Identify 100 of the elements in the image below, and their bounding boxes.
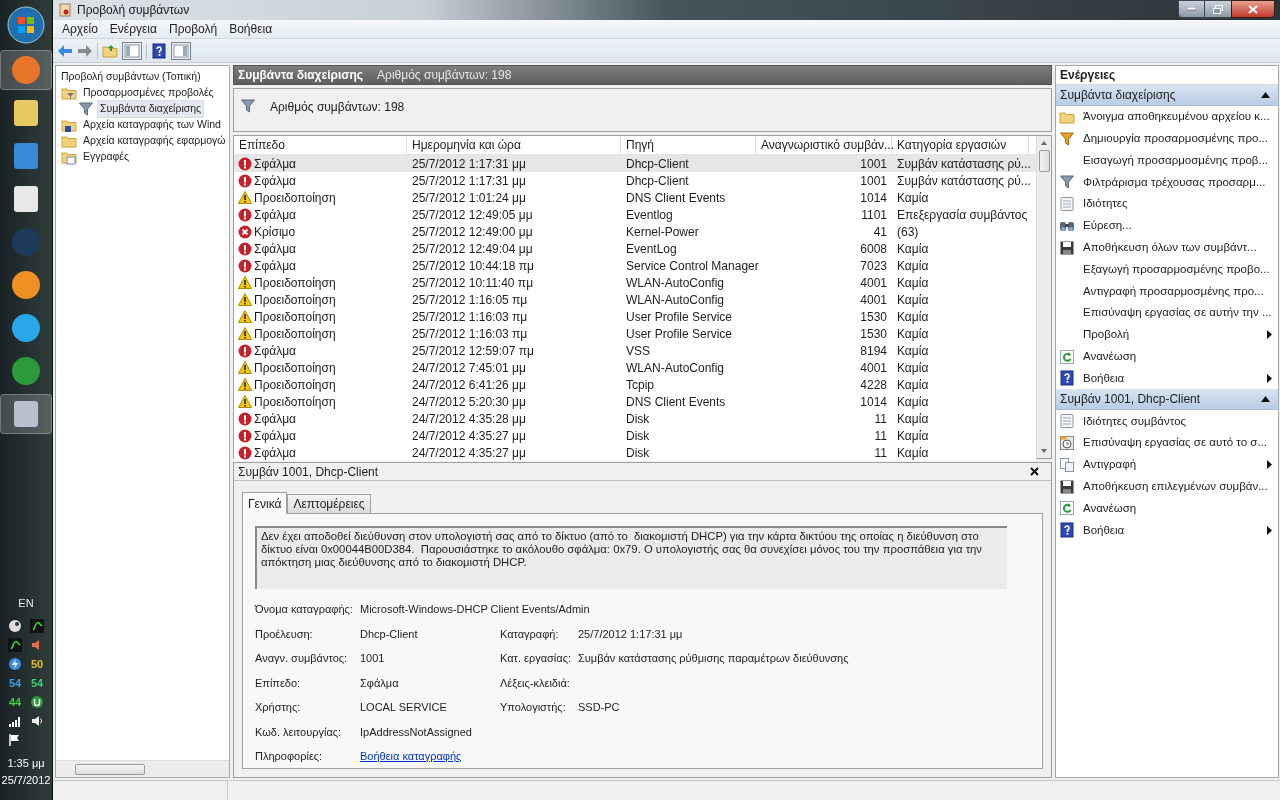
menu-item[interactable]: Βοήθεια <box>224 20 278 38</box>
table-cell-text: Kernel-Power <box>625 223 700 241</box>
action-item[interactable]: Προβολή <box>1083 326 1259 344</box>
menu-item[interactable]: Ενέργεια <box>104 20 162 38</box>
tree-item[interactable]: Αρχεία καταγραφής εφαρμογώ <box>80 132 229 150</box>
flag-icon[interactable] <box>8 733 22 747</box>
action-item[interactable]: Αντιγραφή <box>1083 456 1259 474</box>
torrent-icon[interactable] <box>30 695 44 709</box>
action-item[interactable]: Εισαγωγή προσαρμοσμένης προβ... <box>1083 151 1272 170</box>
app-icon[interactable] <box>11 98 41 128</box>
section-header[interactable]: Συμβάντα διαχείρισης <box>1056 85 1278 106</box>
table-cell-text: Καμία <box>896 325 930 343</box>
tray-reading[interactable]: 50 <box>30 657 44 671</box>
action-item[interactable]: Βοήθεια <box>1083 369 1259 388</box>
action-item[interactable]: Αποθήκευση όλων των συμβάντ... <box>1083 239 1272 257</box>
table-cell-text: 25/7/2012 12:59:07 πμ <box>411 342 535 360</box>
tray-reading[interactable]: 54 <box>8 676 22 690</box>
table-cell-text: 24/7/2012 4:35:27 μμ <box>411 444 527 462</box>
table-cell-text: User Profile Service <box>625 308 734 326</box>
table-cell-text: Συμβάν κατάστασης ρύ... <box>896 172 1029 190</box>
action-item[interactable]: Εξαγωγή προσαρμοσμένης προβο... <box>1083 260 1272 279</box>
table-cell-text: Προειδοποίηση <box>254 359 336 377</box>
action-item[interactable]: Ιδιότητες συμβάντος <box>1083 412 1272 430</box>
panel-toggle-icon[interactable] <box>122 41 142 60</box>
restore-button[interactable] <box>1204 0 1231 18</box>
action-item[interactable]: Ανανέωση <box>1083 348 1272 366</box>
action-item[interactable]: Επισύναψη εργασίας σε αυτήν την ... <box>1083 304 1272 322</box>
minimize-icon <box>1186 7 1196 11</box>
scroll-thumb[interactable] <box>1038 150 1050 172</box>
table-cell-text: Disk <box>625 427 651 445</box>
action-item[interactable]: Ιδιότητες <box>1083 195 1272 213</box>
table-cell-text: 1101 <box>860 206 888 224</box>
filter-icon <box>1059 174 1075 191</box>
table-cell-text: Καμία <box>896 189 930 207</box>
menu-item[interactable]: Προβολή <box>163 20 223 38</box>
tree-item[interactable]: Προσαρμοσμένες προβολές <box>80 84 217 102</box>
action-item[interactable]: Εύρεση... <box>1083 217 1272 235</box>
language-indicator[interactable]: EN <box>18 594 34 611</box>
tab[interactable]: Γενικά <box>242 492 288 514</box>
tray-reading[interactable]: 54 <box>30 676 44 690</box>
table-cell-text: 25/7/2012 1:01:24 μμ <box>411 189 527 207</box>
app-icon[interactable] <box>11 270 41 300</box>
scroll-thumb[interactable] <box>75 763 145 775</box>
tray-reading[interactable]: 44 <box>8 695 22 709</box>
table-cell-text: 11 <box>873 444 888 462</box>
action-item[interactable]: Φιλτράρισμα τρέχουσας προσαρμ... <box>1083 173 1272 191</box>
panel-toggle-icon[interactable] <box>171 41 191 60</box>
action-item[interactable]: Ανανέωση <box>1083 499 1272 518</box>
signal-icon[interactable] <box>8 714 22 728</box>
help-icon <box>1059 370 1075 387</box>
forward-icon[interactable] <box>77 43 93 58</box>
table-cell-text: Καμία <box>896 359 930 377</box>
collapse-icon[interactable] <box>1260 396 1270 403</box>
vertical-scrollbar[interactable] <box>1036 136 1051 458</box>
tab[interactable]: Λεπτομέρειες <box>287 494 371 513</box>
help-link[interactable]: Βοήθεια καταγραφής <box>360 750 462 762</box>
folder-icon <box>61 133 77 149</box>
table-cell-text: WLAN-AutoConfig <box>625 274 726 292</box>
collapse-icon[interactable] <box>1260 92 1270 98</box>
action-item[interactable]: Δημιουργία προσαρμοσμένης προ... <box>1083 130 1272 148</box>
clock-time[interactable]: 1:35 μμ <box>7 755 45 772</box>
action-item[interactable]: Αντιγραφή προσαρμοσμένης προ... <box>1083 282 1272 300</box>
tree-item[interactable]: Αρχεία καταγραφής των Wind <box>80 116 224 134</box>
snake-icon[interactable] <box>8 638 22 652</box>
table-cell-text: 25/7/2012 1:17:31 μμ <box>411 155 527 173</box>
column-header[interactable]: Κατηγορία εργασιών <box>892 136 1029 154</box>
table-cell-text: 4001 <box>859 359 888 377</box>
action-item[interactable]: Άνοιγμα αποθηκευμένου αρχείου κ... <box>1083 108 1272 126</box>
column-header[interactable]: Πηγή <box>621 136 756 154</box>
warning-icon <box>238 191 252 204</box>
column-header[interactable]: Επίπεδο <box>234 136 407 154</box>
table-cell-text: Tcpip <box>625 376 655 394</box>
back-icon[interactable] <box>57 43 73 58</box>
horizontal-scrollbar[interactable] <box>56 760 229 777</box>
tree-item[interactable]: Συμβάντα διαχείρισης <box>97 100 205 118</box>
tree-item[interactable]: Προβολή συμβάντων (Τοπική) <box>58 68 204 86</box>
tree-item[interactable]: Εγγραφές <box>80 148 133 166</box>
action-item[interactable]: Βοήθεια <box>1083 521 1259 539</box>
clock-date[interactable]: 25/7/2012 <box>1 771 51 788</box>
action-item[interactable]: Αποθήκευση επιλεγμένων συμβάν... <box>1083 478 1272 496</box>
section-header[interactable]: Συμβάν 1001, Dhcp-Client <box>1056 389 1278 411</box>
table-cell-text: Προειδοποίηση <box>254 376 336 394</box>
menu-item[interactable]: Αρχείο <box>57 20 103 38</box>
filter-icon <box>1059 130 1075 147</box>
app-icon[interactable] <box>11 313 41 343</box>
app-icon[interactable] <box>11 184 41 214</box>
start-button[interactable] <box>7 6 45 44</box>
volume-icon[interactable] <box>30 714 44 728</box>
snake-icon[interactable] <box>30 619 44 633</box>
action-item[interactable]: Επισύναψη εργασίας σε αυτό το σ... <box>1083 434 1272 452</box>
minimize-button[interactable] <box>1177 0 1205 18</box>
column-header[interactable]: Αναγνωριστικό συμβάν... <box>756 136 892 154</box>
table-row[interactable]: Σφάλμα 25/7/2012 1:17:31 μμ Dhcp-Client 1001 Συμβάν κατάστασης ρύ... <box>234 155 1036 172</box>
column-header[interactable]: Ημερομηνία και ώρα <box>407 136 621 154</box>
table-row[interactable]: Σφάλμα 24/7/2012 4:35:27 μμ Disk 11 Καμία <box>234 444 1036 461</box>
table-cell-text: Καμία <box>896 240 930 258</box>
close-icon[interactable] <box>1030 467 1039 476</box>
folder-up-icon[interactable] <box>102 42 118 59</box>
close-button[interactable] <box>1230 0 1275 18</box>
lightning-icon[interactable] <box>8 657 22 671</box>
